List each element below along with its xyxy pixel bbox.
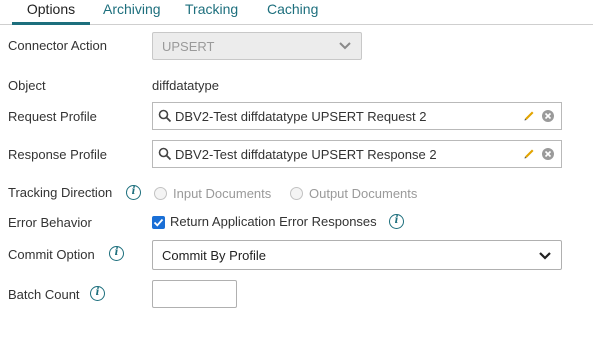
tab-bar: Options Archiving Tracking Caching [0, 0, 593, 25]
chevron-down-icon [339, 42, 351, 50]
batch-count-input[interactable] [152, 280, 237, 308]
request-profile-value: DBV2-Test diffdatatype UPSERT Request 2 [175, 109, 427, 124]
tracking-direction-label: Tracking Direction [8, 185, 113, 200]
radio-input-documents-label: Input Documents [173, 186, 272, 201]
object-value: diffdatatype [152, 78, 219, 93]
request-profile-field[interactable]: DBV2-Test diffdatatype UPSERT Request 2 [152, 102, 562, 130]
object-label: Object [8, 78, 46, 93]
request-profile-label: Request Profile [8, 109, 97, 124]
clear-icon[interactable] [541, 109, 555, 123]
tab-options[interactable]: Options [12, 0, 90, 25]
batch-count-label: Batch Count [8, 287, 80, 302]
pencil-icon[interactable] [523, 148, 535, 160]
connector-action-value: UPSERT [162, 39, 215, 54]
connector-action-label: Connector Action [8, 38, 108, 53]
tab-archiving[interactable]: Archiving [103, 0, 161, 25]
info-icon[interactable]: i [389, 214, 404, 229]
clear-icon[interactable] [541, 147, 555, 161]
commit-option-select[interactable]: Commit By Profile [152, 240, 562, 270]
return-error-responses-checkbox[interactable] [152, 216, 165, 229]
commit-option-value: Commit By Profile [162, 248, 267, 263]
radio-output-documents[interactable] [290, 187, 303, 200]
return-error-responses-label: Return Application Error Responses [170, 214, 377, 229]
pencil-icon[interactable] [523, 110, 535, 122]
chevron-down-icon [539, 252, 551, 260]
info-icon[interactable]: i [109, 246, 124, 261]
connector-action-select: UPSERT [152, 32, 362, 60]
tab-tracking[interactable]: Tracking [185, 0, 238, 25]
info-icon[interactable]: i [90, 286, 105, 301]
checkmark-icon [153, 218, 164, 227]
info-icon[interactable]: i [126, 185, 141, 200]
tab-caching[interactable]: Caching [267, 0, 318, 25]
response-profile-value: DBV2-Test diffdatatype UPSERT Response 2 [175, 147, 437, 162]
commit-option-label: Commit Option [8, 247, 95, 262]
response-profile-field[interactable]: DBV2-Test diffdatatype UPSERT Response 2 [152, 140, 562, 168]
radio-output-documents-label: Output Documents [309, 186, 418, 201]
response-profile-label: Response Profile [8, 147, 107, 162]
radio-input-documents[interactable] [154, 187, 167, 200]
search-icon[interactable] [158, 147, 172, 161]
error-behavior-label: Error Behavior [8, 215, 92, 230]
search-icon[interactable] [158, 109, 172, 123]
